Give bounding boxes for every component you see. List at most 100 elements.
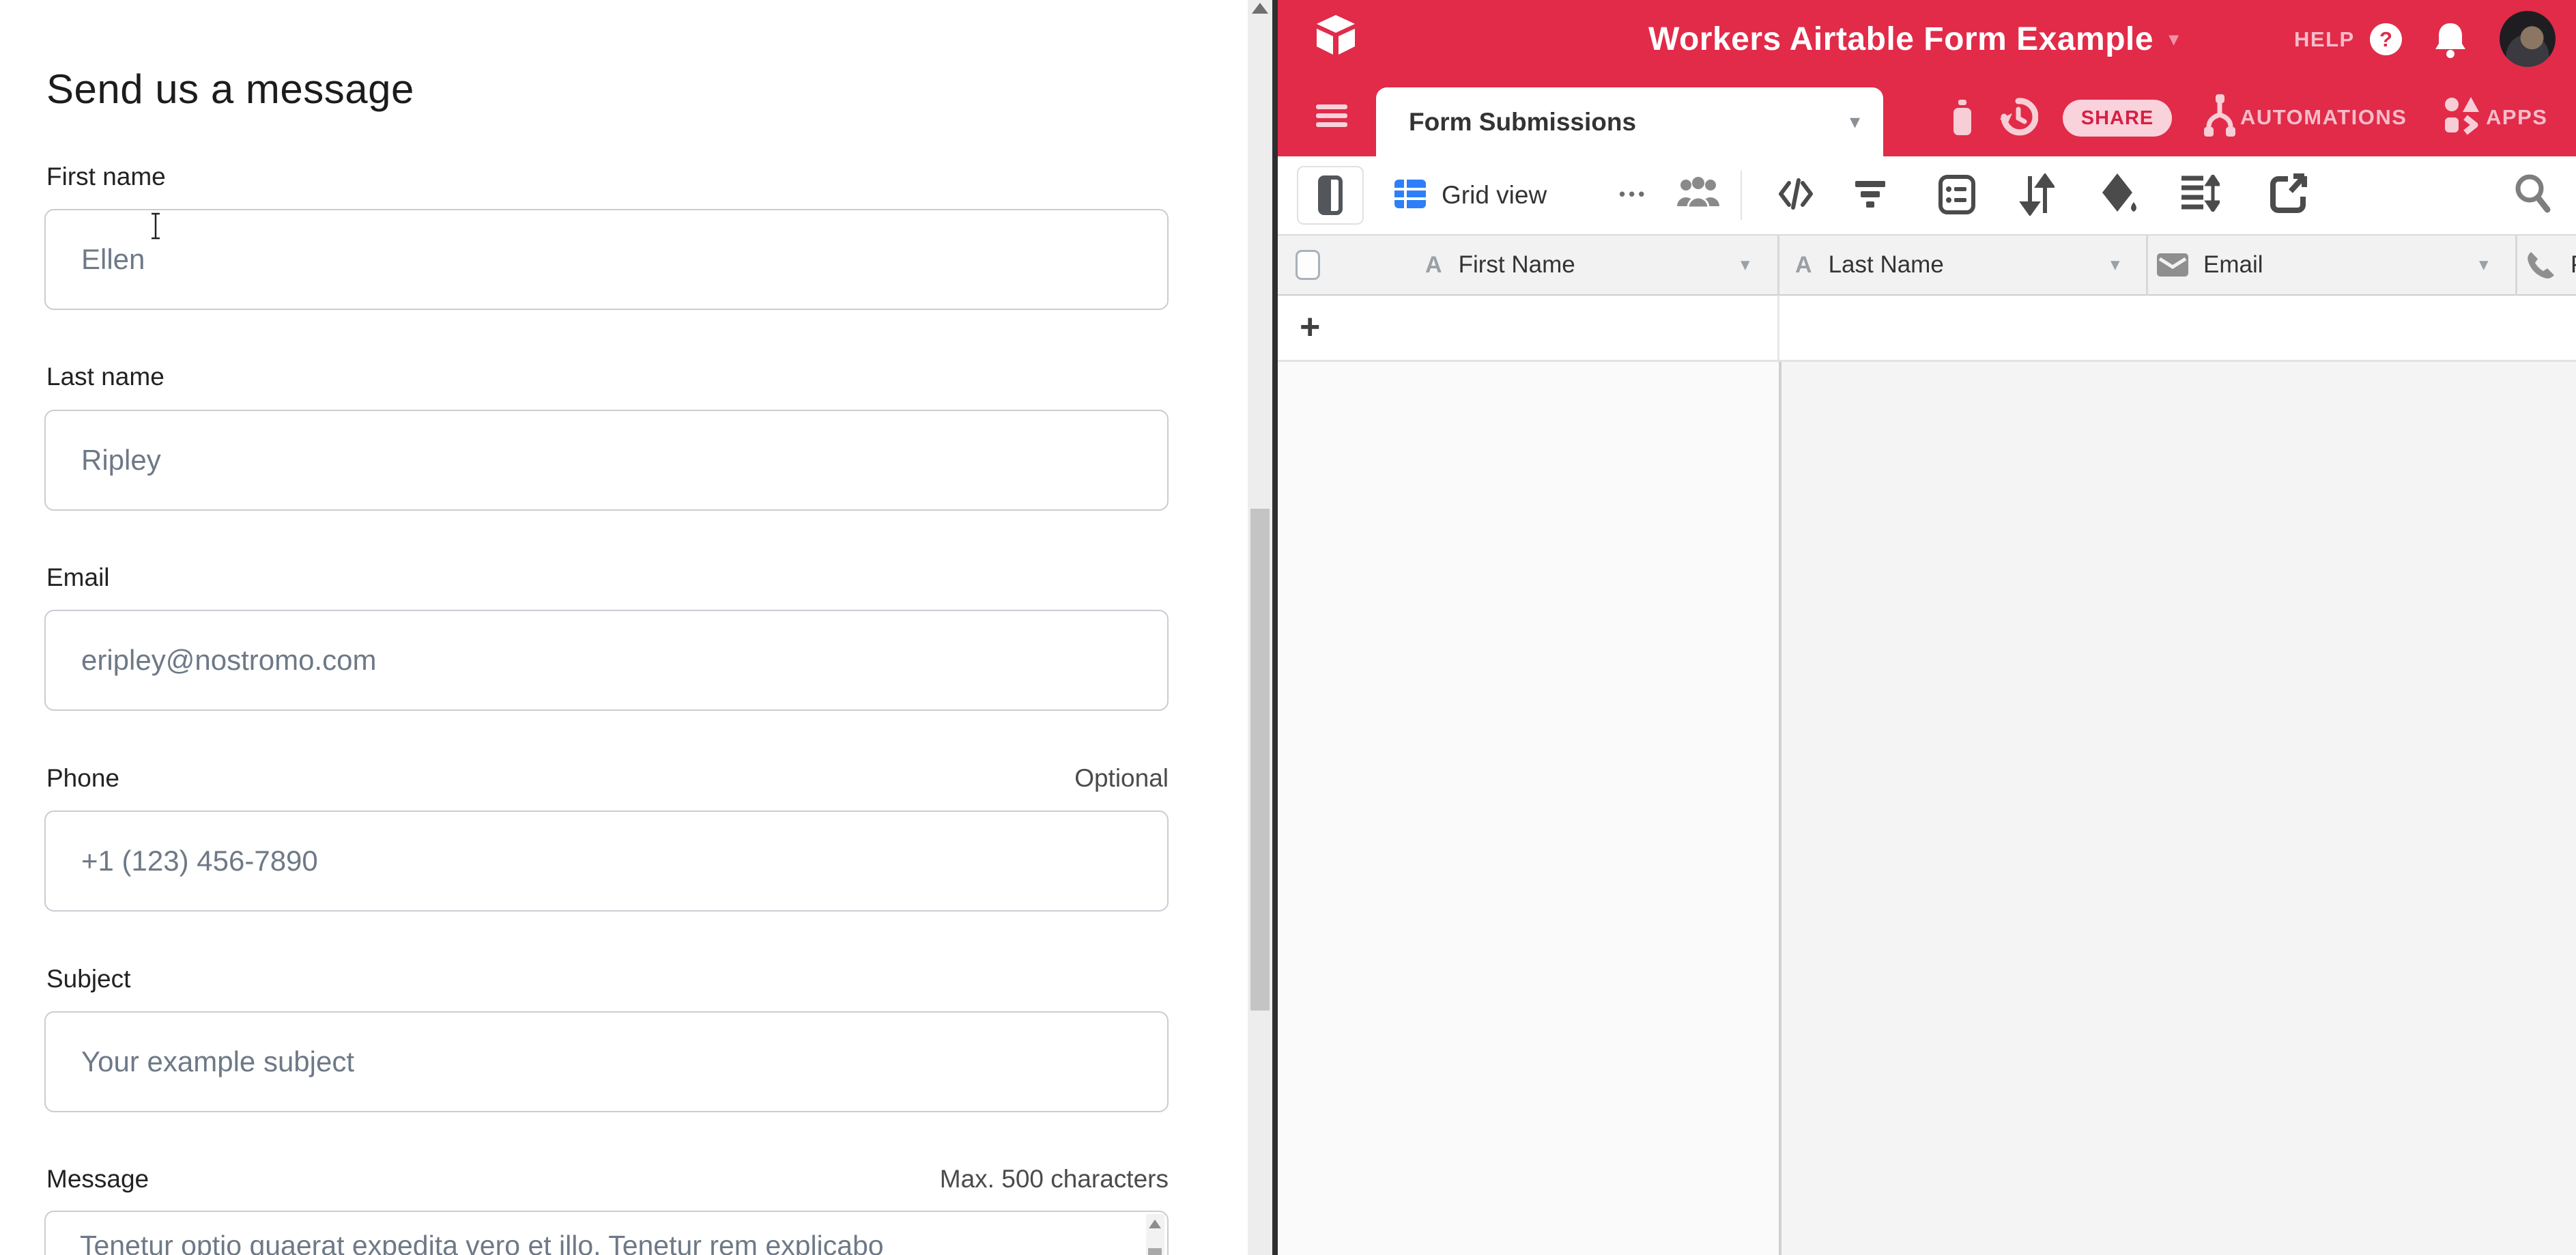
- chevron-down-icon[interactable]: ▾: [2110, 255, 2120, 274]
- column-header-first-name[interactable]: A First Name: [1425, 234, 1575, 296]
- subject-label: Subject: [46, 965, 130, 993]
- form-heading: Send us a message: [46, 66, 414, 113]
- help-label: HELP: [2294, 27, 2355, 52]
- apps-button[interactable]: APPS: [2486, 79, 2547, 156]
- automations-icon[interactable]: [2202, 94, 2237, 138]
- phone-placeholder: +1 (123) 456-7890: [81, 845, 318, 877]
- automations-label: AUTOMATIONS: [2240, 105, 2407, 130]
- phone-field-type-icon: [2525, 249, 2557, 281]
- first-name-input[interactable]: Ellen: [44, 209, 1169, 310]
- last-name-label: Last name: [46, 363, 164, 391]
- help-question-icon[interactable]: ?: [2370, 23, 2402, 55]
- email-input[interactable]: eripley@nostromo.com: [44, 610, 1169, 711]
- subject-placeholder: Your example subject: [81, 1045, 354, 1078]
- base-title: Workers Airtable Form Example: [1648, 20, 2153, 58]
- scroll-up-icon[interactable]: [1252, 3, 1268, 14]
- row-height-icon[interactable]: [2180, 175, 2220, 212]
- search-icon[interactable]: [2513, 172, 2551, 213]
- help-menu[interactable]: HELP: [2294, 0, 2355, 79]
- add-record-plus-icon[interactable]: +: [1300, 309, 1320, 345]
- message-label: Message: [46, 1165, 149, 1194]
- tab-form-submissions[interactable]: Form Submissions ▾: [1376, 87, 1883, 156]
- column-header-last-name[interactable]: A Last Name: [1795, 234, 1944, 296]
- pane-divider[interactable]: [1272, 0, 1278, 1255]
- email-label: Email: [46, 563, 110, 592]
- page-scrollbar[interactable]: [1248, 0, 1272, 1255]
- message-maxchars-note: Max. 500 characters: [827, 1165, 1169, 1194]
- color-icon[interactable]: [2098, 172, 2141, 216]
- form-pane: Send us a message First name Ellen Last …: [0, 0, 1248, 1255]
- filter-bar: [1861, 191, 1880, 197]
- filter-icon[interactable]: [1855, 180, 1885, 210]
- history-icon[interactable]: [1999, 96, 2038, 138]
- column-label: P: [2571, 251, 2576, 279]
- apps-label: APPS: [2486, 105, 2547, 130]
- scroll-up-icon[interactable]: [1149, 1219, 1161, 1228]
- screen: Send us a message First name Ellen Last …: [0, 0, 2576, 1255]
- message-scrollbar-thumb[interactable]: [1148, 1248, 1162, 1255]
- table-tab-label: Form Submissions: [1409, 108, 1636, 137]
- phone-optional-note: Optional: [827, 764, 1169, 793]
- message-textarea[interactable]: Tenetur optio quaerat expedita vero et i…: [44, 1211, 1169, 1255]
- filter-bar: [1866, 201, 1874, 208]
- trash-icon[interactable]: [1949, 98, 1975, 137]
- last-name-input[interactable]: Ripley: [44, 410, 1169, 511]
- toolbar-divider: [1741, 171, 1742, 220]
- first-name-placeholder: Ellen: [81, 243, 145, 276]
- column-divider[interactable]: [1777, 234, 1779, 296]
- share-view-icon[interactable]: [2270, 173, 2307, 213]
- column-divider: [1777, 296, 1779, 360]
- add-row[interactable]: +: [1278, 296, 2576, 362]
- column-label: Email: [2203, 251, 2263, 279]
- message-scrollbar[interactable]: [1146, 1214, 1164, 1255]
- collaborators-icon[interactable]: [1676, 176, 1721, 210]
- user-avatar[interactable]: [2500, 11, 2556, 67]
- automations-button[interactable]: AUTOMATIONS: [2240, 79, 2407, 156]
- sort-icon[interactable]: [2019, 173, 2055, 216]
- hamburger-bar: [1316, 122, 1347, 127]
- select-all-checkbox[interactable]: [1296, 250, 1320, 280]
- text-field-type-icon: A: [1425, 252, 1442, 279]
- share-button[interactable]: SHARE: [2063, 100, 2172, 137]
- chevron-down-icon: ▾: [2169, 29, 2179, 50]
- text-field-type-icon: A: [1795, 252, 1812, 279]
- column-label: First Name: [1459, 251, 1575, 279]
- share-label: SHARE: [2081, 107, 2154, 130]
- column-divider[interactable]: [2515, 234, 2517, 296]
- subject-input[interactable]: Your example subject: [44, 1011, 1169, 1112]
- notifications-bell-icon[interactable]: [2433, 20, 2467, 59]
- airtable-logo-icon[interactable]: [1313, 12, 1358, 64]
- page-scrollbar-thumb[interactable]: [1250, 509, 1270, 1011]
- sidebar-panel-icon: [1318, 175, 1343, 215]
- filter-bar: [1855, 181, 1885, 187]
- phone-label: Phone: [46, 764, 119, 793]
- first-name-label: First name: [46, 163, 166, 191]
- hamburger-bar: [1316, 104, 1347, 109]
- last-name-placeholder: Ripley: [81, 444, 161, 477]
- question-glyph: ?: [2379, 27, 2392, 52]
- grid-view-icon: [1394, 180, 1426, 208]
- column-header-phone[interactable]: P: [2525, 234, 2576, 296]
- chevron-down-icon[interactable]: ▾: [2479, 255, 2489, 274]
- phone-input[interactable]: +1 (123) 456-7890: [44, 810, 1169, 912]
- message-text: Tenetur optio quaerat expedita vero et i…: [80, 1230, 884, 1255]
- grid-empty-area-left: [1278, 362, 1779, 1255]
- group-icon[interactable]: [1938, 175, 1975, 214]
- text-cursor-icon: [149, 212, 162, 240]
- view-name: Grid view: [1442, 181, 1547, 210]
- base-title-menu[interactable]: Workers Airtable Form Example ▾: [1648, 0, 2179, 79]
- view-options-button[interactable]: •••: [1619, 156, 1648, 231]
- apps-icon[interactable]: [2444, 96, 2480, 137]
- grid-empty-area-right: [1781, 362, 2576, 1255]
- column-divider[interactable]: [2146, 234, 2148, 296]
- column-label: Last Name: [1829, 251, 1944, 279]
- ellipsis-icon: •••: [1619, 184, 1648, 205]
- sidebar-menu-icon[interactable]: [1316, 104, 1347, 127]
- view-sidebar-toggle-button[interactable]: [1297, 166, 1364, 225]
- chevron-down-icon[interactable]: ▾: [1741, 255, 1750, 274]
- view-switcher[interactable]: Grid view: [1442, 156, 1547, 234]
- hide-fields-icon[interactable]: [1777, 175, 1815, 213]
- hamburger-bar: [1316, 113, 1347, 118]
- email-placeholder: eripley@nostromo.com: [81, 644, 376, 677]
- column-header-email[interactable]: Email: [2157, 234, 2263, 296]
